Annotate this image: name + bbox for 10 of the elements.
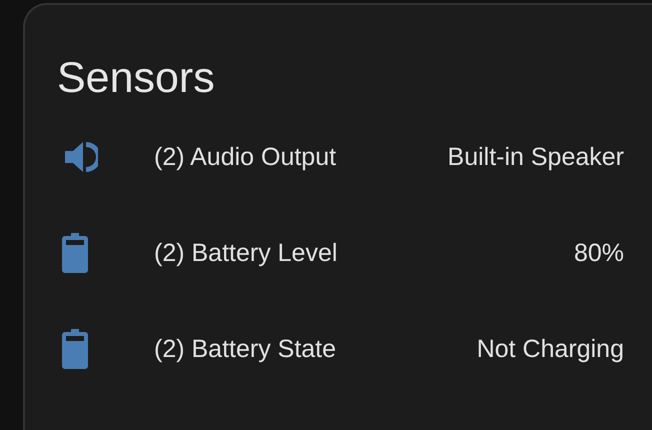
card-title: Sensors [57, 53, 215, 103]
speaker-icon [62, 139, 98, 175]
sensor-value: 80% [574, 238, 624, 268]
sensor-value: Not Charging [476, 334, 624, 364]
sensor-name: (2) Audio Output [154, 142, 338, 172]
sensor-name: (2) Battery Level [154, 238, 338, 268]
sensor-name: (2) Battery State [154, 334, 338, 364]
battery-icon [62, 233, 88, 273]
battery-icon [62, 329, 88, 369]
sensor-value: Built-in Speaker [448, 142, 624, 172]
